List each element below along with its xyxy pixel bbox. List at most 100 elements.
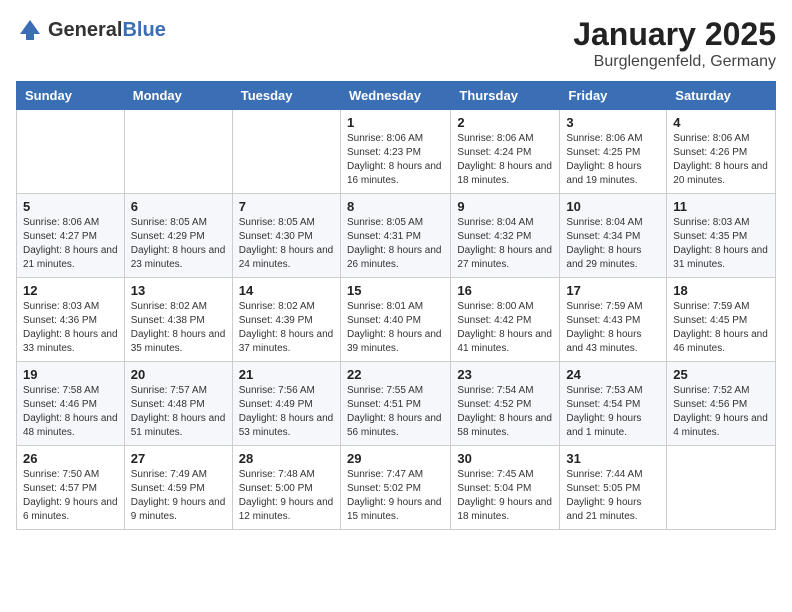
day-number: 11 xyxy=(673,199,769,214)
calendar-table: SundayMondayTuesdayWednesdayThursdayFrid… xyxy=(16,81,776,530)
day-number: 28 xyxy=(239,451,334,466)
title-block: January 2025 Burglengenfeld, Germany xyxy=(573,16,776,71)
day-info: Sunrise: 8:04 AM Sunset: 4:34 PM Dayligh… xyxy=(566,216,660,272)
calendar-cell: 25Sunrise: 7:52 AM Sunset: 4:56 PM Dayli… xyxy=(667,362,776,446)
weekday-header: Monday xyxy=(124,82,232,110)
day-info: Sunrise: 7:55 AM Sunset: 4:51 PM Dayligh… xyxy=(347,384,444,440)
calendar-cell: 26 Sunrise: 7:50 AM Sunset: 4:57 PM Dayli… xyxy=(17,446,125,530)
day-number: 5 xyxy=(23,199,118,214)
month-title: January 2025 xyxy=(573,16,776,53)
calendar-cell: 23 Sunrise: 7:54 AM Sunset: 4:52 PM Dayli… xyxy=(451,362,560,446)
day-number: 4 xyxy=(673,115,769,130)
calendar-cell: 10 Sunrise: 8:04 AM Sunset: 4:34 PM Dayli… xyxy=(560,194,667,278)
day-number: 3 xyxy=(566,115,660,130)
day-number: 7 xyxy=(239,199,334,214)
day-number: 9 xyxy=(457,199,553,214)
day-info: Sunrise: 8:04 AM Sunset: 4:32 PM Dayligh… xyxy=(457,216,553,272)
weekday-header: Sunday xyxy=(17,82,125,110)
day-number: 26 xyxy=(23,451,118,466)
calendar-cell: 17Sunrise: 7:59 AM Sunset: 4:43 PM Dayli… xyxy=(560,278,667,362)
calendar-cell: 3 Sunrise: 8:06 AM Sunset: 4:25 PM Daylig… xyxy=(560,110,667,194)
day-info: Sunrise: 8:00 AM Sunset: 4:42 PM Dayligh… xyxy=(457,300,553,356)
logo-icon xyxy=(16,16,44,44)
day-number: 14 xyxy=(239,283,334,298)
calendar-cell: 30Sunrise: 7:45 AM Sunset: 5:04 PM Dayli… xyxy=(451,446,560,530)
calendar-cell: 9 Sunrise: 8:04 AM Sunset: 4:32 PM Daylig… xyxy=(451,194,560,278)
day-info: Sunrise: 8:06 AM Sunset: 4:23 PM Dayligh… xyxy=(347,132,444,188)
day-number: 19 xyxy=(23,367,118,382)
logo: GeneralBlue xyxy=(16,16,166,44)
day-info: Sunrise: 8:06 AM Sunset: 4:27 PM Dayligh… xyxy=(23,216,118,272)
calendar-cell: 27Sunrise: 7:49 AM Sunset: 4:59 PM Dayli… xyxy=(124,446,232,530)
calendar-cell: 20Sunrise: 7:57 AM Sunset: 4:48 PM Dayli… xyxy=(124,362,232,446)
day-info: Sunrise: 8:06 AM Sunset: 4:25 PM Dayligh… xyxy=(566,132,660,188)
calendar-cell: 8 Sunrise: 8:05 AM Sunset: 4:31 PM Daylig… xyxy=(340,194,450,278)
day-number: 2 xyxy=(457,115,553,130)
day-info: Sunrise: 8:06 AM Sunset: 4:26 PM Dayligh… xyxy=(673,132,769,188)
day-number: 17 xyxy=(566,283,660,298)
day-number: 21 xyxy=(239,367,334,382)
day-number: 23 xyxy=(457,367,553,382)
calendar-cell: 15 Sunrise: 8:01 AM Sunset: 4:40 PM Dayli… xyxy=(340,278,450,362)
day-info: Sunrise: 8:03 AM Sunset: 4:35 PM Dayligh… xyxy=(673,216,769,272)
weekday-header: Thursday xyxy=(451,82,560,110)
day-number: 1 xyxy=(347,115,444,130)
calendar-cell xyxy=(17,110,125,194)
calendar-cell: 4 Sunrise: 8:06 AM Sunset: 4:26 PM Daylig… xyxy=(667,110,776,194)
calendar-cell: 12 Sunrise: 8:03 AM Sunset: 4:36 PM Dayli… xyxy=(17,278,125,362)
weekday-header: Wednesday xyxy=(340,82,450,110)
calendar-cell: 6Sunrise: 8:05 AM Sunset: 4:29 PM Daylig… xyxy=(124,194,232,278)
calendar-cell: 5 Sunrise: 8:06 AM Sunset: 4:27 PM Daylig… xyxy=(17,194,125,278)
day-number: 16 xyxy=(457,283,553,298)
page-header: GeneralBlue January 2025 Burglengenfeld,… xyxy=(16,16,776,71)
weekday-header: Friday xyxy=(560,82,667,110)
day-info: Sunrise: 8:05 AM Sunset: 4:31 PM Dayligh… xyxy=(347,216,444,272)
day-info: Sunrise: 7:58 AM Sunset: 4:46 PM Dayligh… xyxy=(23,384,118,440)
day-info: Sunrise: 8:06 AM Sunset: 4:24 PM Dayligh… xyxy=(457,132,553,188)
day-info: Sunrise: 7:53 AM Sunset: 4:54 PM Dayligh… xyxy=(566,384,660,440)
day-info: Sunrise: 8:02 AM Sunset: 4:38 PM Dayligh… xyxy=(131,300,226,356)
calendar-cell: 14 Sunrise: 8:02 AM Sunset: 4:39 PM Dayli… xyxy=(232,278,340,362)
day-number: 12 xyxy=(23,283,118,298)
calendar-cell: 16 Sunrise: 8:00 AM Sunset: 4:42 PM Dayli… xyxy=(451,278,560,362)
calendar-week-row: 19 Sunrise: 7:58 AM Sunset: 4:46 PM Dayli… xyxy=(17,362,776,446)
day-number: 18 xyxy=(673,283,769,298)
calendar-week-row: 1 Sunrise: 8:06 AM Sunset: 4:23 PM Daylig… xyxy=(17,110,776,194)
calendar-cell: 18 Sunrise: 7:59 AM Sunset: 4:45 PM Dayli… xyxy=(667,278,776,362)
day-number: 10 xyxy=(566,199,660,214)
day-info: Sunrise: 7:52 AM Sunset: 4:56 PM Dayligh… xyxy=(673,384,769,440)
day-number: 22 xyxy=(347,367,444,382)
day-number: 6 xyxy=(131,199,226,214)
calendar-week-row: 26 Sunrise: 7:50 AM Sunset: 4:57 PM Dayli… xyxy=(17,446,776,530)
day-info: Sunrise: 7:56 AM Sunset: 4:49 PM Dayligh… xyxy=(239,384,334,440)
day-number: 8 xyxy=(347,199,444,214)
calendar-cell: 31Sunrise: 7:44 AM Sunset: 5:05 PM Dayli… xyxy=(560,446,667,530)
calendar-cell: 19 Sunrise: 7:58 AM Sunset: 4:46 PM Dayli… xyxy=(17,362,125,446)
day-number: 29 xyxy=(347,451,444,466)
weekday-header: Tuesday xyxy=(232,82,340,110)
calendar-cell: 13 Sunrise: 8:02 AM Sunset: 4:38 PM Dayli… xyxy=(124,278,232,362)
logo-text-general: General xyxy=(48,19,122,41)
day-info: Sunrise: 7:48 AM Sunset: 5:00 PM Dayligh… xyxy=(239,468,334,524)
calendar-week-row: 5 Sunrise: 8:06 AM Sunset: 4:27 PM Daylig… xyxy=(17,194,776,278)
day-info: Sunrise: 8:03 AM Sunset: 4:36 PM Dayligh… xyxy=(23,300,118,356)
day-info: Sunrise: 7:45 AM Sunset: 5:04 PM Dayligh… xyxy=(457,468,553,524)
logo-text-blue: Blue xyxy=(122,19,165,41)
calendar-cell: 1 Sunrise: 8:06 AM Sunset: 4:23 PM Daylig… xyxy=(340,110,450,194)
day-info: Sunrise: 7:54 AM Sunset: 4:52 PM Dayligh… xyxy=(457,384,553,440)
weekday-header: Saturday xyxy=(667,82,776,110)
day-info: Sunrise: 8:01 AM Sunset: 4:40 PM Dayligh… xyxy=(347,300,444,356)
calendar-week-row: 12 Sunrise: 8:03 AM Sunset: 4:36 PM Dayli… xyxy=(17,278,776,362)
day-info: Sunrise: 8:02 AM Sunset: 4:39 PM Dayligh… xyxy=(239,300,334,356)
calendar-cell: 2 Sunrise: 8:06 AM Sunset: 4:24 PM Daylig… xyxy=(451,110,560,194)
calendar-cell: 11 Sunrise: 8:03 AM Sunset: 4:35 PM Dayli… xyxy=(667,194,776,278)
day-number: 24 xyxy=(566,367,660,382)
day-number: 15 xyxy=(347,283,444,298)
calendar-header-row: SundayMondayTuesdayWednesdayThursdayFrid… xyxy=(17,82,776,110)
day-number: 13 xyxy=(131,283,226,298)
day-info: Sunrise: 7:59 AM Sunset: 4:45 PM Dayligh… xyxy=(673,300,769,356)
day-number: 27 xyxy=(131,451,226,466)
day-info: Sunrise: 7:44 AM Sunset: 5:05 PM Dayligh… xyxy=(566,468,660,524)
calendar-cell: 7Sunrise: 8:05 AM Sunset: 4:30 PM Daylig… xyxy=(232,194,340,278)
day-info: Sunrise: 7:50 AM Sunset: 4:57 PM Dayligh… xyxy=(23,468,118,524)
